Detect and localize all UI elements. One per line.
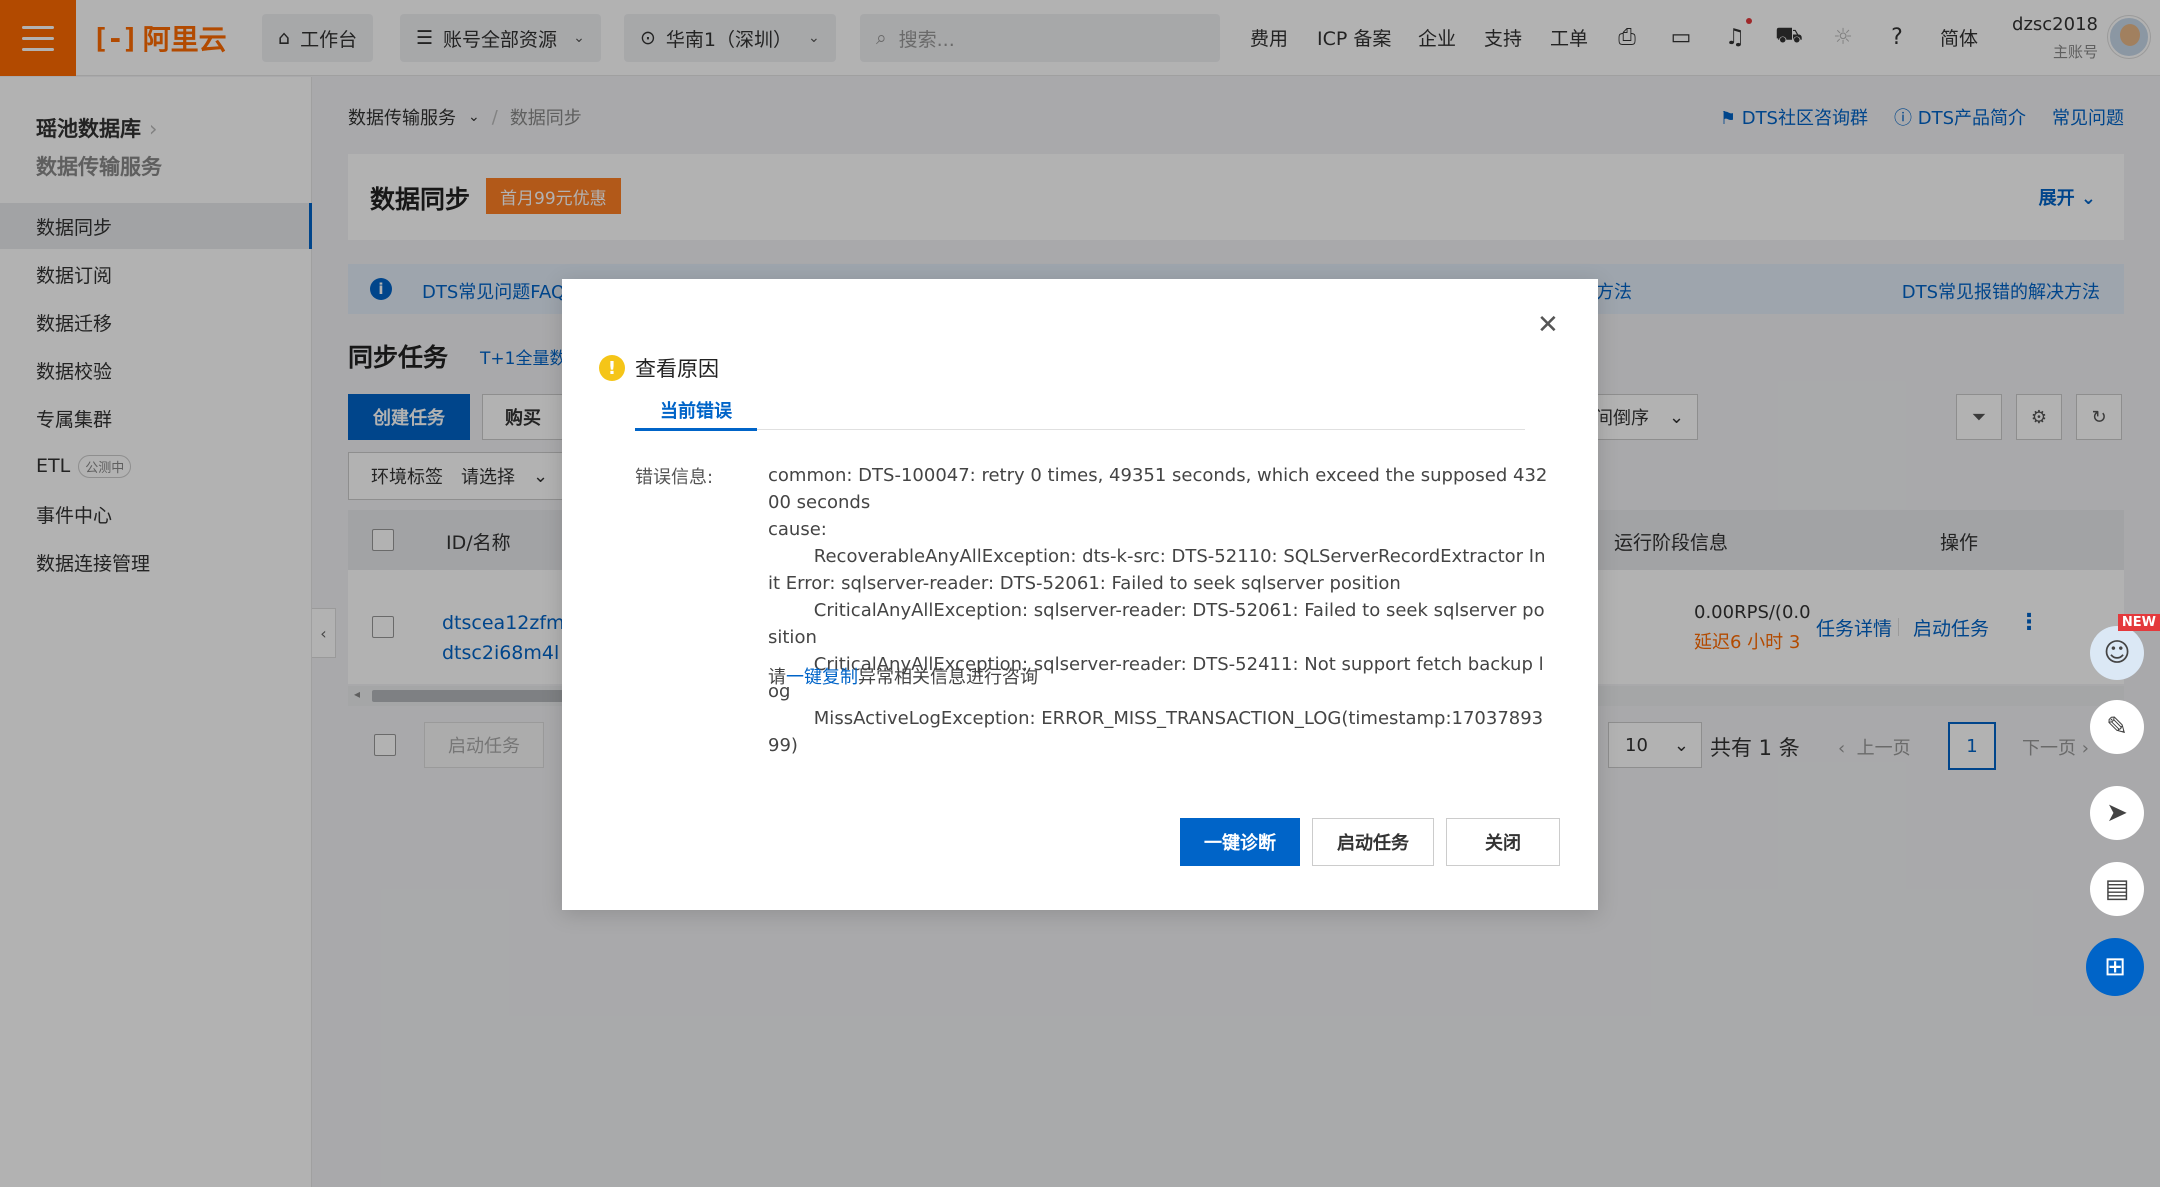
diagnose-button[interactable]: 一键诊断 <box>1180 818 1300 866</box>
error-info-label: 错误信息: <box>635 467 714 488</box>
edit-icon[interactable]: ✎ <box>2090 700 2144 754</box>
dialog-title: 查看原因 <box>635 357 719 381</box>
chat-icon[interactable]: ▤ <box>2090 862 2144 916</box>
assistant-robot-icon[interactable]: ☺ <box>2090 626 2144 680</box>
consult-hint: 请一键复制异常相关信息进行咨询 <box>768 667 1038 688</box>
bird-icon[interactable]: ➤ <box>2090 786 2144 840</box>
error-message: common: DTS-100047: retry 0 times, 49351… <box>768 465 1548 756</box>
tab-divider <box>635 429 1525 430</box>
error-reason-dialog: ✕ ! 查看原因 当前错误 错误信息: common: DTS-100047: … <box>562 279 1598 910</box>
close-button[interactable]: 关闭 <box>1446 818 1560 866</box>
apps-grid-icon[interactable]: ⊞ <box>2086 938 2144 996</box>
warning-icon: ! <box>599 355 625 381</box>
start-task-button[interactable]: 启动任务 <box>1312 818 1434 866</box>
close-icon[interactable]: ✕ <box>1537 312 1559 338</box>
new-badge: NEW <box>2117 614 2160 631</box>
copy-link[interactable]: 一键复制 <box>786 667 858 688</box>
tab-current-error[interactable]: 当前错误 <box>635 397 757 431</box>
